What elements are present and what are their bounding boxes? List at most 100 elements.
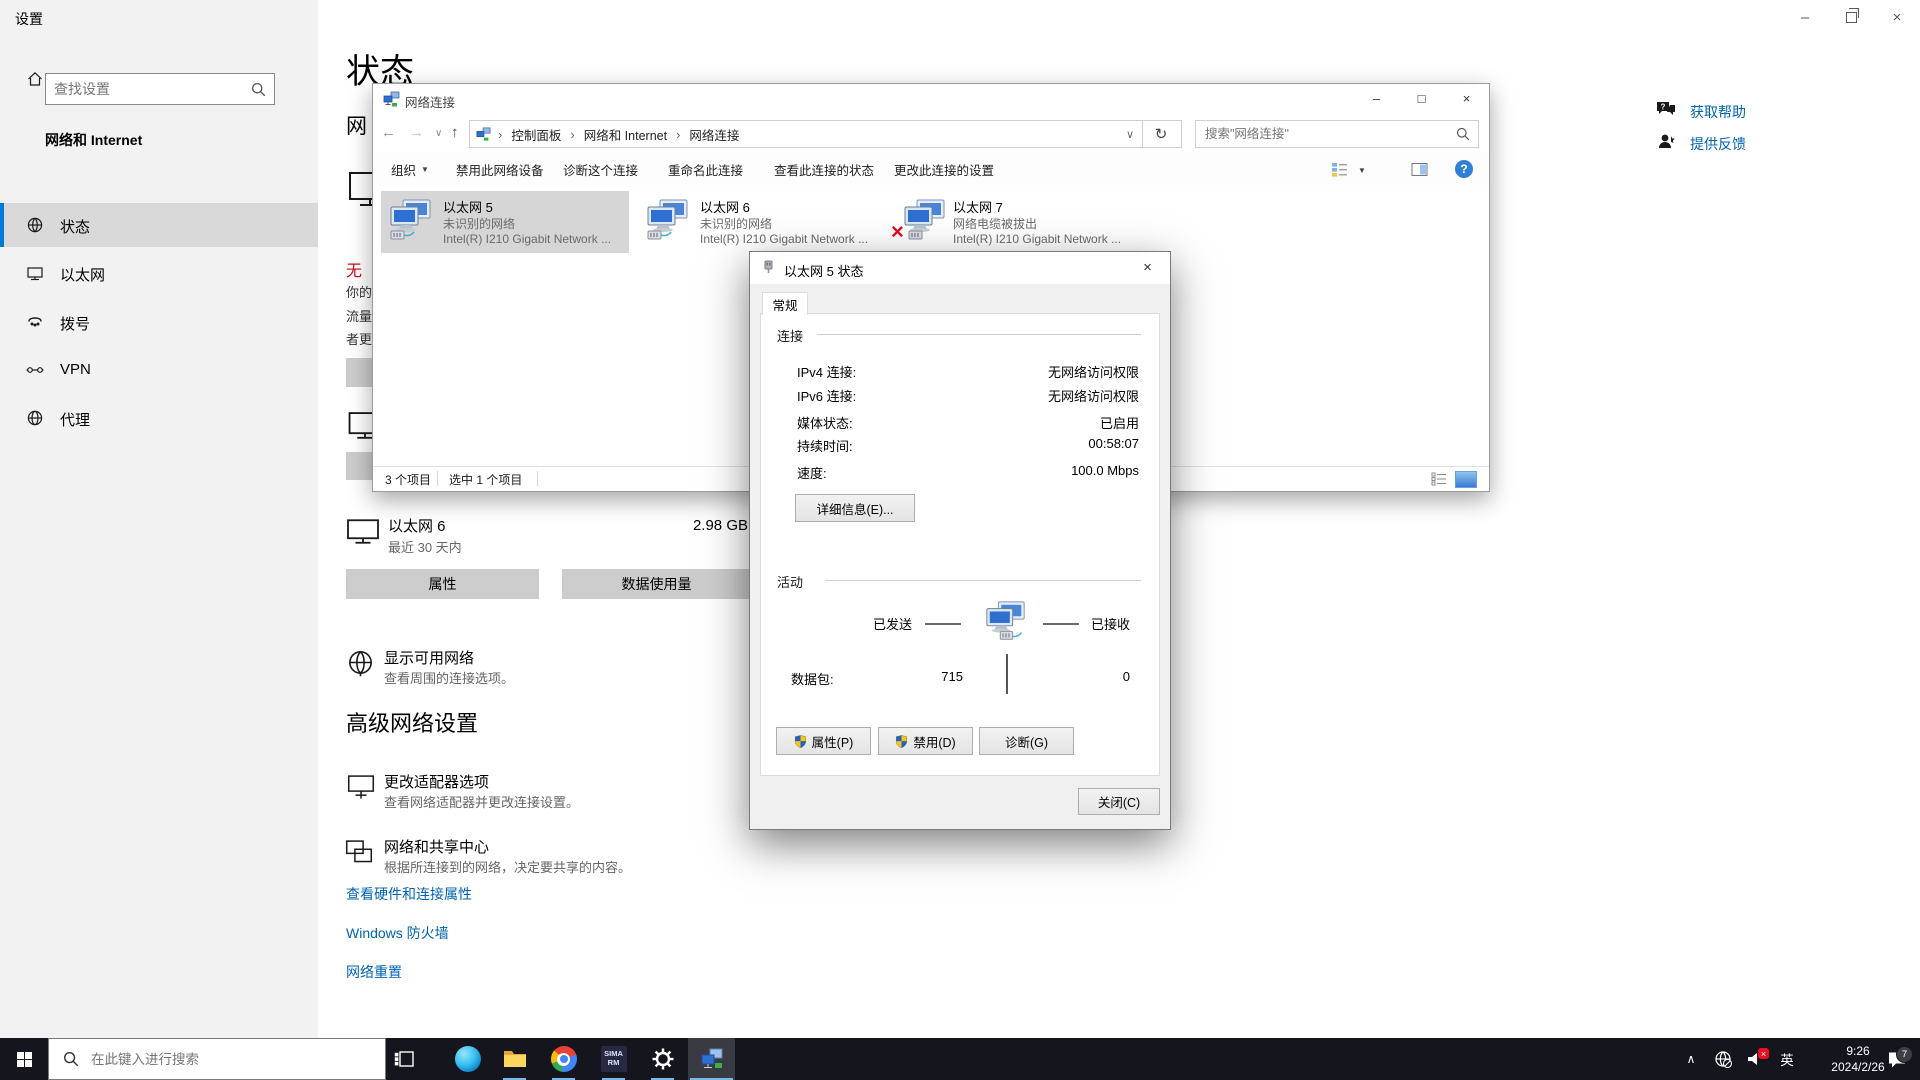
toolbar-rename-connection[interactable]: 重命名此连接 xyxy=(668,152,743,186)
mute-x-badge: × xyxy=(1758,1048,1769,1059)
tab-general[interactable]: 常规 xyxy=(762,292,808,315)
settings-window-title: 设置 xyxy=(15,9,43,29)
tray-volume-button[interactable]: × xyxy=(1740,1038,1770,1080)
sidebar-item-proxy[interactable]: 代理 xyxy=(0,396,318,440)
dialog-properties-button[interactable]: 属性(P) xyxy=(776,727,871,755)
dialog-disable-button[interactable]: 禁用(D) xyxy=(878,727,973,755)
adapter-ethernet6[interactable]: 以太网 6 未识别的网络 Intel(R) I210 Gigabit Netwo… xyxy=(638,191,886,253)
network-connections-app-icon xyxy=(383,91,400,108)
search-icon[interactable] xyxy=(251,82,266,97)
disconnected-x-icon: × xyxy=(891,219,904,245)
taskbar-search-box[interactable] xyxy=(48,1038,386,1080)
dialog-close-action-button[interactable]: 关闭(C) xyxy=(1078,788,1160,815)
search-icon[interactable] xyxy=(1456,127,1470,141)
view-dropdown-icon[interactable]: ▼ xyxy=(1358,166,1366,175)
settings-search-box[interactable] xyxy=(45,73,275,105)
edge-icon xyxy=(455,1046,481,1072)
nc-search-input[interactable] xyxy=(1196,127,1456,141)
help-icon[interactable]: ? xyxy=(1455,160,1473,178)
taskbar-edge-button[interactable] xyxy=(444,1038,491,1080)
hardware-properties-link[interactable]: 查看硬件和连接属性 xyxy=(346,884,472,904)
windows-firewall-link[interactable]: Windows 防火墙 xyxy=(346,923,449,943)
show-networks-title[interactable]: 显示可用网络 xyxy=(384,647,474,668)
nc-minimize-button[interactable]: – xyxy=(1354,84,1399,113)
adapter-name: 以太网 6 xyxy=(700,197,750,216)
start-button[interactable] xyxy=(0,1038,48,1080)
ethernet-icon-fragment xyxy=(346,410,372,446)
nc-titlebar[interactable]: 网络连接 – □ × xyxy=(373,84,1489,115)
nc-close-button[interactable]: × xyxy=(1444,84,1489,113)
sent-label: 已发送 xyxy=(873,614,912,633)
adapter-ethernet7[interactable]: × 以太网 7 网络电缆被拔出 Intel(R) I210 Gigabit Ne… xyxy=(891,191,1139,253)
sidebar-item-dialup[interactable]: 拨号 xyxy=(0,300,318,344)
preview-pane-icon[interactable] xyxy=(1411,161,1428,178)
get-help-link[interactable]: 获取帮助 xyxy=(1690,102,1746,122)
breadcrumb-network-internet[interactable]: 网络和 Internet xyxy=(582,125,669,144)
taskbar-network-connections-button[interactable] xyxy=(688,1038,735,1080)
taskbar-search-input[interactable] xyxy=(89,1051,385,1068)
properties-button[interactable]: 属性 xyxy=(346,569,539,599)
sidebar-item-vpn[interactable]: VPN xyxy=(0,348,318,392)
large-icons-view-toggle-icon[interactable] xyxy=(1455,471,1477,488)
settings-gear-icon xyxy=(651,1047,675,1071)
adapter-device: Intel(R) I210 Gigabit Network ... xyxy=(953,232,1121,246)
organize-menu[interactable]: 组织 ▼ xyxy=(391,152,429,186)
tray-show-hidden-icons-button[interactable]: ∧ xyxy=(1678,1038,1704,1080)
adapter-ethernet5[interactable]: 以太网 5 未识别的网络 Intel(R) I210 Gigabit Netwo… xyxy=(381,191,629,253)
dialog-close-button[interactable]: × xyxy=(1125,252,1170,283)
action-center-button[interactable]: 7 xyxy=(1878,1038,1916,1080)
nc-maximize-button[interactable]: □ xyxy=(1399,84,1444,113)
toolbar-view-status[interactable]: 查看此连接的状态 xyxy=(774,152,874,186)
taskbar-settings-button[interactable] xyxy=(639,1038,686,1080)
details-button[interactable]: 详细信息(E)... xyxy=(795,494,915,522)
taskbar-sima-button[interactable]: SIMA RM xyxy=(590,1038,637,1080)
dialog-diagnose-button[interactable]: 诊断(G) xyxy=(979,727,1074,755)
up-icon[interactable]: ↑ xyxy=(451,124,459,141)
refresh-button[interactable]: ↻ xyxy=(1141,120,1182,148)
nav-history-chevron-icon[interactable]: ∨ xyxy=(435,128,442,139)
language-label: 英 xyxy=(1780,1049,1794,1069)
network-reset-link[interactable]: 网络重置 xyxy=(346,962,402,982)
status-globe-icon xyxy=(26,216,44,234)
ipv4-label: IPv4 连接: xyxy=(797,362,856,381)
statusbar-divider xyxy=(437,471,438,486)
taskbar-file-explorer-button[interactable] xyxy=(491,1038,538,1080)
toolbar-diagnose-connection[interactable]: 诊断这个连接 xyxy=(563,152,638,186)
feedback-link[interactable]: 提供反馈 xyxy=(1690,134,1746,154)
back-icon[interactable]: ← xyxy=(381,124,396,141)
nc-search-box[interactable] xyxy=(1195,120,1479,148)
settings-restore-button[interactable] xyxy=(1828,0,1874,34)
settings-close-button[interactable]: × xyxy=(1874,0,1920,34)
speed-label: 速度: xyxy=(797,463,827,482)
items-count: 3 个项目 xyxy=(385,471,431,488)
sidebar-section-label: 网络和 Internet xyxy=(45,130,142,150)
speed-value: 100.0 Mbps xyxy=(1071,463,1139,478)
tray-date: 2024/2/26 xyxy=(1831,1059,1884,1075)
ethernet6-name: 以太网 6 xyxy=(388,515,446,536)
settings-minimize-button[interactable]: – xyxy=(1782,0,1828,34)
sharing-center-title[interactable]: 网络和共享中心 xyxy=(384,836,489,857)
data-usage-button[interactable]: 数据使用量 xyxy=(562,569,751,599)
group-divider xyxy=(817,334,1141,335)
breadcrumb-control-panel[interactable]: 控制面板 xyxy=(509,125,563,144)
forward-icon[interactable]: → xyxy=(409,124,424,141)
address-dropdown-icon[interactable]: ∨ xyxy=(1126,128,1134,141)
dialog-titlebar[interactable]: 以太网 5 状态 × xyxy=(750,252,1170,284)
taskbar-chrome-button[interactable] xyxy=(540,1038,587,1080)
breadcrumb-network-connections[interactable]: 网络连接 xyxy=(687,125,741,144)
network-adapter-icon xyxy=(387,198,435,244)
toolbar-disable-device[interactable]: 禁用此网络设备 xyxy=(456,152,544,186)
adapter-options-title[interactable]: 更改适配器选项 xyxy=(384,771,489,792)
warning-line-fragment: 者更 xyxy=(346,329,372,348)
details-view-toggle-icon[interactable] xyxy=(1431,472,1447,486)
sidebar-item-ethernet[interactable]: 以太网 xyxy=(0,251,318,295)
tray-language-indicator[interactable]: 英 xyxy=(1772,1038,1802,1080)
settings-search-input[interactable] xyxy=(46,81,251,97)
view-details-icon[interactable] xyxy=(1331,161,1348,178)
tray-network-button[interactable] xyxy=(1708,1038,1738,1080)
breadcrumb[interactable]: › 控制面板 › 网络和 Internet › 网络连接 ∨ xyxy=(469,120,1143,148)
toolbar-change-settings[interactable]: 更改此连接的设置 xyxy=(894,152,994,186)
ethernet6-usage: 2.98 GB xyxy=(643,517,748,534)
sidebar-item-status[interactable]: 状态 xyxy=(0,203,318,247)
task-view-button[interactable] xyxy=(381,1038,428,1080)
